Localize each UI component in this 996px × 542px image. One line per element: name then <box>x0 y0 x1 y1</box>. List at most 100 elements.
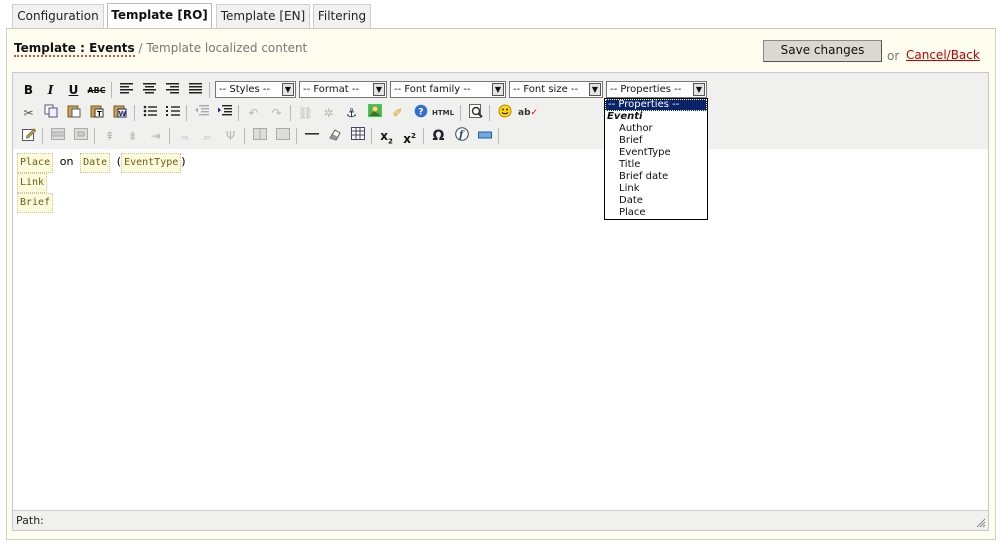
delete-row-icon[interactable]: ⇥ <box>146 127 165 146</box>
insert-row-before-icon[interactable]: ⇞ <box>100 127 119 146</box>
visual-aid-icon[interactable] <box>475 127 494 146</box>
horizontal-rule-icon[interactable] <box>302 127 321 146</box>
insert-col-before-icon[interactable]: ⫬ <box>175 127 194 146</box>
strikethrough-icon[interactable]: ABC <box>87 81 106 100</box>
page-title: Template : Events / Template localized c… <box>14 41 308 57</box>
delete-col-icon[interactable]: Ψ <box>221 127 240 146</box>
toolbar-separator <box>489 105 490 121</box>
properties-select-value: -- Properties -- <box>610 84 682 95</box>
toolbar-separator <box>296 128 297 144</box>
properties-option-brief-date[interactable]: Brief date <box>605 171 707 183</box>
undo-icon[interactable]: ↶ <box>244 104 263 123</box>
bold-icon[interactable]: B <box>19 81 38 100</box>
toolbar-separator <box>423 128 424 144</box>
table-row-props-icon[interactable] <box>48 127 67 146</box>
align-justify-icon[interactable] <box>186 81 205 100</box>
underline-icon[interactable]: U <box>64 81 83 100</box>
toolbar-separator <box>460 105 461 121</box>
or-label: or <box>887 49 900 63</box>
indent-icon[interactable] <box>215 104 234 123</box>
resize-grip-icon[interactable] <box>976 518 986 528</box>
font-family-select[interactable]: -- Font family -- ▼ <box>390 81 506 98</box>
properties-option-event-type[interactable]: EventType <box>605 147 707 159</box>
properties-option-link[interactable]: Link <box>605 183 707 195</box>
image-icon[interactable] <box>365 104 384 123</box>
placeholder-place[interactable]: Place <box>17 153 54 173</box>
flash-icon[interactable]: f <box>452 127 471 146</box>
chevron-down-icon: ▼ <box>589 83 601 96</box>
placeholder-event-type[interactable]: EventType <box>121 153 182 173</box>
properties-option-title[interactable]: Title <box>605 159 707 171</box>
font-family-select-value: -- Font family -- <box>394 84 471 95</box>
link-icon[interactable]: ⛓ <box>296 104 315 123</box>
italic-icon[interactable]: I <box>41 81 60 100</box>
tab-template-en[interactable]: Template [EN] <box>216 4 310 28</box>
properties-option-author[interactable]: Author <box>605 123 707 135</box>
redo-icon[interactable]: ↷ <box>267 104 286 123</box>
paste-word-icon[interactable]: W <box>110 104 129 123</box>
properties-group-eventi: Eventi <box>607 111 643 122</box>
styles-select[interactable]: -- Styles -- ▼ <box>215 81 296 98</box>
toolbar-separator <box>186 105 187 121</box>
properties-option-brief[interactable]: Brief <box>605 135 707 147</box>
chevron-down-icon: ▼ <box>282 83 294 96</box>
outdent-icon[interactable] <box>192 104 211 123</box>
toolbar-separator <box>371 128 372 144</box>
chevron-down-icon: ▼ <box>492 83 504 96</box>
subscript-icon[interactable]: x2 <box>377 127 396 146</box>
properties-select[interactable]: -- Properties -- ▼ <box>606 81 707 98</box>
merge-cells-icon[interactable] <box>273 127 292 146</box>
paste-text-icon[interactable]: T <box>87 104 106 123</box>
remove-format-icon[interactable] <box>325 127 344 146</box>
placeholder-brief[interactable]: Brief <box>17 193 54 213</box>
tab-configuration[interactable]: Configuration <box>12 4 104 28</box>
format-select[interactable]: -- Format -- ▼ <box>299 81 387 98</box>
placeholder-date[interactable]: Date <box>80 153 111 173</box>
save-button[interactable]: Save changes <box>763 40 882 62</box>
help-icon[interactable]: ? <box>411 104 430 123</box>
insert-table-icon[interactable] <box>348 127 367 146</box>
insert-col-after-icon[interactable]: ⫭ <box>198 127 217 146</box>
copy-icon[interactable] <box>41 104 60 123</box>
toolbar-separator <box>94 128 95 144</box>
placeholder-link[interactable]: Link <box>17 173 48 193</box>
special-char-icon[interactable]: Ω <box>429 127 448 146</box>
properties-option-place[interactable]: Place <box>605 207 707 219</box>
spellcheck-icon[interactable]: ab✓ <box>518 104 538 123</box>
preview-icon[interactable] <box>466 104 485 123</box>
split-cells-icon[interactable] <box>250 127 269 146</box>
cut-icon[interactable]: ✂ <box>19 104 38 123</box>
editor-toolbar: B I U ABC -- Styles -- ▼ -- Format -- ▼ --… <box>13 73 988 149</box>
properties-option-date[interactable]: Date <box>605 195 707 207</box>
toolbar-separator <box>169 128 170 144</box>
unlink-icon[interactable]: ✲ <box>319 104 338 123</box>
content-line-2: Link <box>17 173 186 193</box>
numbered-list-icon[interactable] <box>163 104 182 123</box>
properties-dropdown-list: -- Properties -- Eventi Author Brief Eve… <box>604 98 708 220</box>
insert-row-after-icon[interactable]: ⇟ <box>123 127 142 146</box>
styles-select-value: -- Styles -- <box>219 84 271 95</box>
text-on: on <box>59 155 74 168</box>
anchor-icon[interactable]: ⚓ <box>342 104 361 123</box>
html-source-icon[interactable]: HTML <box>431 104 455 123</box>
emoticon-icon[interactable] <box>495 104 514 123</box>
tab-template-ro[interactable]: Template [RO] <box>107 3 212 29</box>
toolbar-separator <box>498 128 499 144</box>
superscript-icon[interactable]: x2 <box>400 127 419 146</box>
rich-text-editor: B I U ABC -- Styles -- ▼ -- Format -- ▼ --… <box>12 72 989 531</box>
edit-attributes-icon[interactable] <box>19 127 38 146</box>
cleanup-icon[interactable]: ✐ <box>388 104 407 123</box>
paste-icon[interactable] <box>64 104 83 123</box>
tab-filtering[interactable]: Filtering <box>313 4 371 28</box>
text-close-paren: ) <box>181 155 186 168</box>
align-center-icon[interactable] <box>140 81 159 100</box>
properties-option-header[interactable]: -- Properties -- <box>605 99 707 111</box>
page-subtitle: / Template localized content <box>138 41 308 55</box>
bullet-list-icon[interactable] <box>140 104 159 123</box>
editor-content[interactable]: Place on Date (EventType) Link Brief <box>17 153 186 213</box>
align-right-icon[interactable] <box>163 81 182 100</box>
font-size-select[interactable]: -- Font size -- ▼ <box>509 81 603 98</box>
align-left-icon[interactable] <box>117 81 136 100</box>
cancel-back-link[interactable]: Cancel/Back <box>906 48 980 62</box>
table-cell-props-icon[interactable] <box>71 127 90 146</box>
